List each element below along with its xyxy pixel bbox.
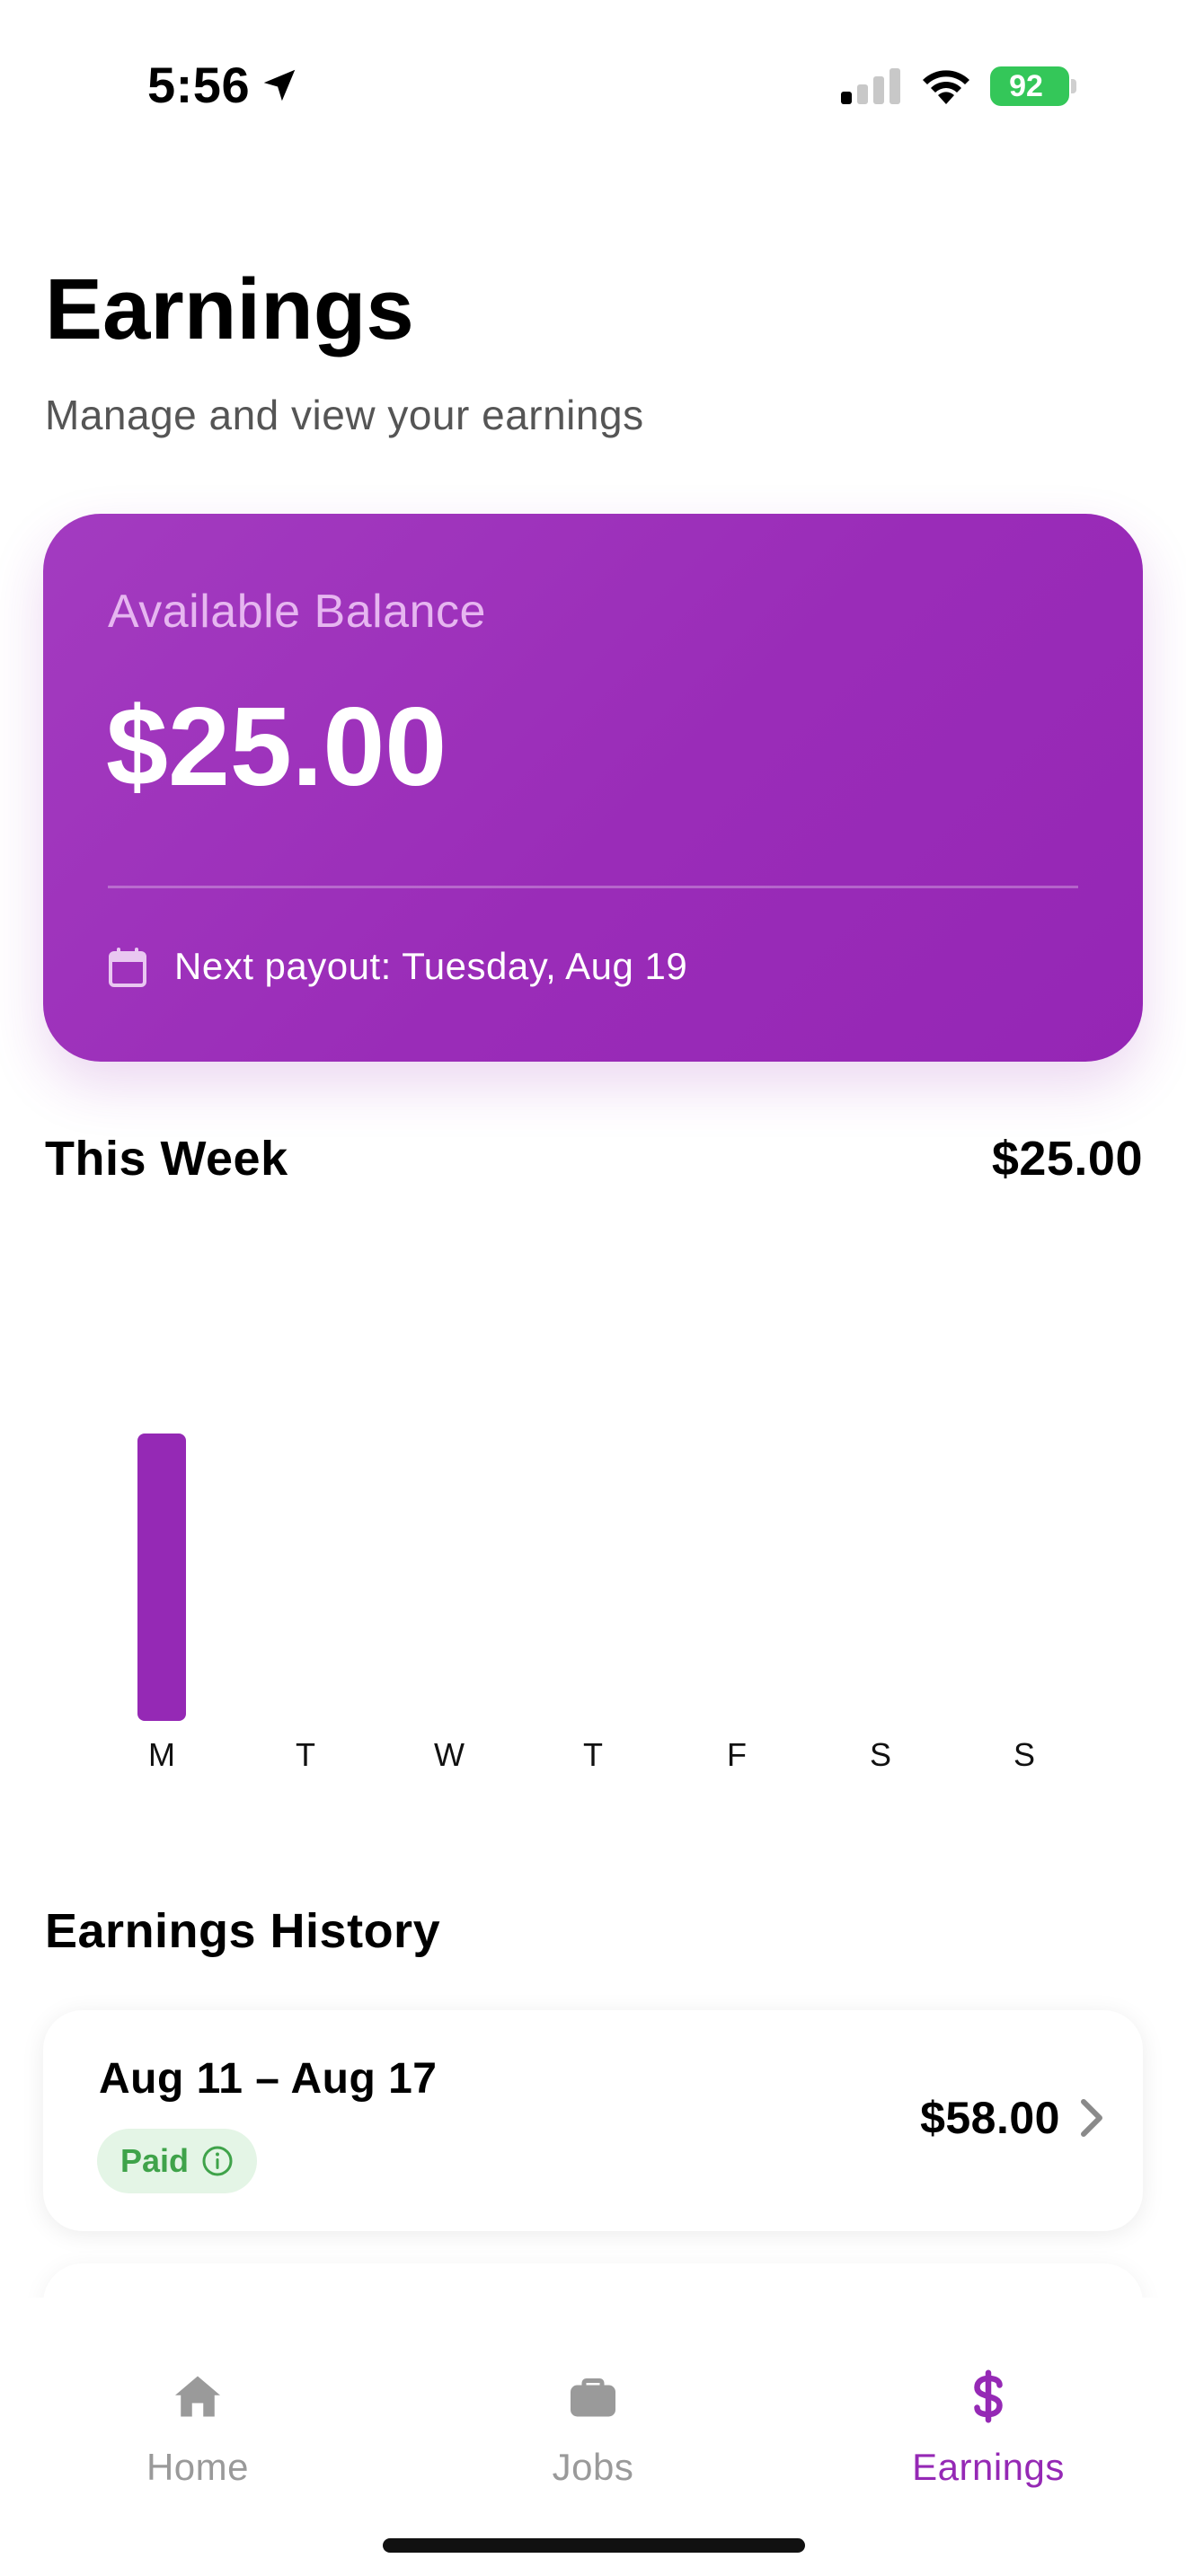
- chart-day-label-2: W: [434, 1736, 465, 1773]
- this-week-total: $25.00: [991, 1132, 1143, 1186]
- chevron-right-icon: [1081, 2099, 1102, 2137]
- location-arrow-icon: [263, 69, 296, 101]
- page-subtitle: Manage and view your earnings: [45, 392, 644, 438]
- home-icon: [175, 2376, 220, 2417]
- chart-day-label-5: S: [870, 1736, 891, 1773]
- tab-home-label: Home: [146, 2446, 250, 2488]
- chart-day-label-0: M: [148, 1736, 175, 1773]
- status-bar: 5:56 92: [0, 0, 1186, 171]
- info-icon[interactable]: [201, 2145, 234, 2177]
- briefcase-icon: [571, 2378, 615, 2417]
- balance-card[interactable]: Available Balance $25.00 Next payout: Tu…: [43, 514, 1143, 1062]
- tab-earnings[interactable]: Earnings: [854, 2369, 1123, 2504]
- calendar-icon: [109, 948, 146, 987]
- battery-charging-icon: 92: [990, 66, 1076, 106]
- history-item[interactable]: Aug 11 – Aug 17 Paid $58.00: [43, 2010, 1143, 2231]
- battery-percent: 92: [1009, 69, 1043, 103]
- home-indicator: [383, 2538, 805, 2553]
- earnings-screen: 5:56 92 Earnings Manage and view your ea…: [0, 0, 1186, 2576]
- history-item-amount: $58.00: [920, 2093, 1060, 2143]
- cellular-signal-icon: [841, 68, 900, 104]
- weekly-earnings-chart-svg: MTWTFSS: [137, 1434, 1035, 1773]
- tab-jobs[interactable]: Jobs: [458, 2369, 728, 2504]
- chart-bar-0: [137, 1434, 186, 1721]
- balance-amount: $25.00: [106, 685, 447, 809]
- tab-earnings-label: Earnings: [912, 2446, 1065, 2488]
- battery-cap: [1071, 79, 1076, 93]
- chart-day-label-4: F: [727, 1736, 747, 1773]
- next-payout-text: Next payout: Tuesday, Aug 19: [174, 945, 688, 987]
- status-badge-label: Paid: [120, 2142, 190, 2179]
- wifi-icon: [923, 70, 969, 104]
- balance-label: Available Balance: [108, 586, 486, 638]
- tab-jobs-label: Jobs: [552, 2446, 634, 2488]
- this-week-title: This Week: [45, 1132, 288, 1186]
- earnings-history-title: Earnings History: [45, 1904, 441, 1958]
- chart-day-label-6: S: [1013, 1736, 1035, 1773]
- balance-divider: [108, 886, 1078, 888]
- status-time: 5:56: [147, 57, 251, 113]
- history-item-date-range: Aug 11 – Aug 17: [99, 2055, 438, 2103]
- chart-day-label-1: T: [296, 1736, 315, 1773]
- dollar-icon: [974, 2369, 1003, 2423]
- status-badge[interactable]: Paid: [97, 2129, 258, 2193]
- chart-day-label-3: T: [583, 1736, 603, 1773]
- page-title: Earnings: [45, 261, 414, 357]
- tab-bar: Home Jobs Earnings: [0, 2298, 1186, 2576]
- weekly-earnings-chart: MTWTFSS: [90, 1257, 1096, 1778]
- tab-home[interactable]: Home: [63, 2369, 332, 2504]
